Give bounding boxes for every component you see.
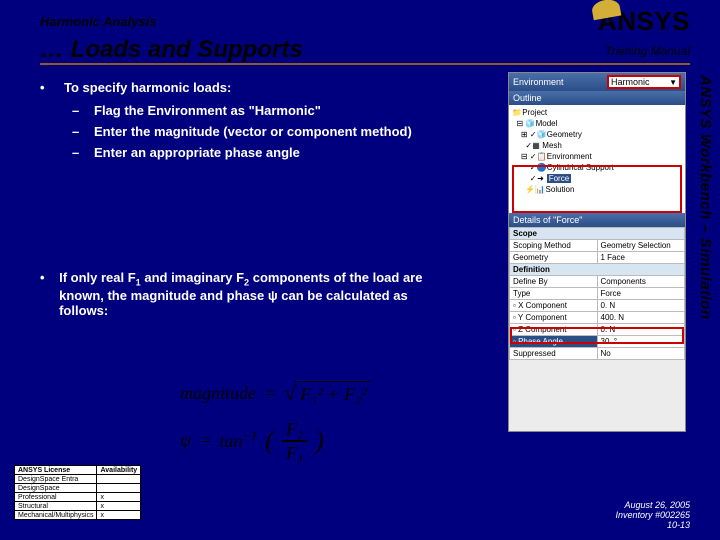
footer-page: 10-13 [615, 520, 690, 530]
f1sq: F₁² [300, 384, 323, 404]
row-phase-angle[interactable]: ▫ Phase Angle30. ° [510, 336, 685, 348]
footer: August 26, 2005 Inventory #002265 10-13 [615, 500, 690, 530]
license-row: DesignSpace Entra [15, 475, 141, 484]
bullet-2-text: If only real F1 and imaginary F2 compone… [59, 270, 450, 318]
bullet-marker: • [40, 80, 50, 95]
bullet-marker: • [40, 270, 45, 318]
footer-date: August 26, 2005 [615, 500, 690, 510]
tree-model[interactable]: ⊟ 🧊 Model [512, 118, 682, 129]
bullet-1-text: To specify harmonic loads: [64, 80, 231, 95]
denominator: F₁ [282, 444, 307, 462]
license-row: Structuralx [15, 502, 141, 511]
bullet-2: • If only real F1 and imaginary F2 compo… [40, 270, 450, 318]
row-scoping-method[interactable]: Scoping MethodGeometry Selection [510, 240, 685, 252]
row-define-by[interactable]: Define ByComponents [510, 276, 685, 288]
properties-table: Scope Scoping MethodGeometry Selection G… [509, 227, 685, 360]
outline-header: Outline [509, 91, 685, 105]
sub-2-text: Enter the magnitude (vector or component… [94, 124, 412, 139]
radicand: F₁² + F₂² [296, 381, 370, 405]
tree-environment[interactable]: ⊟ ✓📋 Environment [512, 151, 682, 162]
page-title: … Loads and Supports [40, 36, 303, 64]
content-area: • To specify harmonic loads: – Flag the … [40, 80, 450, 326]
header-license: ANSYS License [15, 466, 97, 475]
environment-combo[interactable]: Harmonic ▼ [607, 75, 681, 89]
side-label: ANSYS Workbench – Simulation [697, 75, 714, 435]
combo-value: Harmonic [611, 77, 650, 87]
group-scope: Scope [510, 228, 685, 240]
outline-label: Outline [513, 93, 542, 103]
formula-block: magnitude = √ F₁² + F₂² ψ = tan−1 ( F₂ F… [180, 380, 480, 476]
training-manual-label: Training Manual [605, 44, 690, 58]
outline-tree[interactable]: 📁 Project ⊟ 🧊 Model ⊞ ✓🧊 Geometry ✓▦ Mes… [509, 105, 685, 213]
sub-bullet-1: – Flag the Environment as "Harmonic" [72, 103, 450, 118]
tree-solution[interactable]: ⚡📊 Solution [512, 184, 682, 195]
tree-cyl-support[interactable]: ✓🔵 Cylindrical Support [512, 162, 682, 173]
b2-part1: If only real F [59, 270, 136, 285]
fraction: F₂ F₁ [282, 420, 307, 462]
f2sq: F₂² [344, 384, 367, 404]
sqrt: √ F₁² + F₂² [284, 380, 371, 406]
tree-project[interactable]: 📁 Project [512, 107, 682, 118]
tree-geometry[interactable]: ⊞ ✓🧊 Geometry [512, 129, 682, 140]
row-type[interactable]: TypeForce [510, 288, 685, 300]
equals: = [199, 430, 211, 451]
license-row: Mechanical/Multiphysicsx [15, 511, 141, 520]
row-geometry[interactable]: Geometry1 Face [510, 252, 685, 264]
frac-bar [282, 440, 307, 442]
dash-marker: – [72, 103, 84, 118]
dash-marker: – [72, 124, 84, 139]
open-paren-icon: ( [265, 426, 274, 456]
tree-force[interactable]: ✓➜ Force [512, 173, 682, 184]
chevron-down-icon: ▼ [669, 78, 677, 87]
header-availability: Availability [97, 466, 141, 475]
embedded-screenshot: Environment Harmonic ▼ Outline 📁 Project… [508, 72, 686, 432]
psi: ψ [180, 430, 191, 451]
tree-mesh[interactable]: ✓▦ Mesh [512, 140, 682, 151]
environment-toolbar: Environment Harmonic ▼ [509, 73, 685, 91]
equals: = [264, 383, 276, 404]
sub-bullet-2: – Enter the magnitude (vector or compone… [72, 124, 450, 139]
license-row: Professionalx [15, 493, 141, 502]
details-header: Details of "Force" [509, 213, 685, 227]
footer-inventory: Inventory #002265 [615, 510, 690, 520]
numerator: F₂ [282, 420, 307, 438]
sub-bullet-3: – Enter an appropriate phase angle [72, 145, 450, 160]
row-z-component[interactable]: ▫ Z Component0. N [510, 324, 685, 336]
title-rule [40, 63, 690, 65]
row-y-component[interactable]: ▫ Y Component400. N [510, 312, 685, 324]
plus: + [327, 384, 339, 404]
mag-lhs: magnitude [180, 383, 256, 404]
license-header-row: ANSYS License Availability [15, 466, 141, 475]
close-paren-icon: ) [315, 426, 324, 456]
env-label: Environment [513, 77, 564, 87]
bullet-1: • To specify harmonic loads: [40, 80, 450, 95]
row-suppressed[interactable]: SuppressedNo [510, 348, 685, 360]
group-definition: Definition [510, 264, 685, 276]
sub-3-text: Enter an appropriate phase angle [94, 145, 300, 160]
dash-marker: – [72, 145, 84, 160]
radical-icon: √ [284, 380, 296, 406]
b2-part2: and imaginary F [141, 270, 244, 285]
row-x-component[interactable]: ▫ X Component0. N [510, 300, 685, 312]
ansys-logo: ANSYS [598, 6, 690, 37]
magnitude-formula: magnitude = √ F₁² + F₂² [180, 380, 480, 406]
license-table: ANSYS License Availability DesignSpace E… [14, 465, 141, 520]
kicker: Harmonic Analysis [40, 14, 157, 29]
tan: tan−1 [219, 429, 257, 452]
properties-panel: Scope Scoping MethodGeometry Selection G… [509, 227, 685, 360]
phase-formula: ψ = tan−1 ( F₂ F₁ ) [180, 420, 480, 462]
sub-1-text: Flag the Environment as "Harmonic" [94, 103, 321, 118]
license-row: DesignSpace [15, 484, 141, 493]
